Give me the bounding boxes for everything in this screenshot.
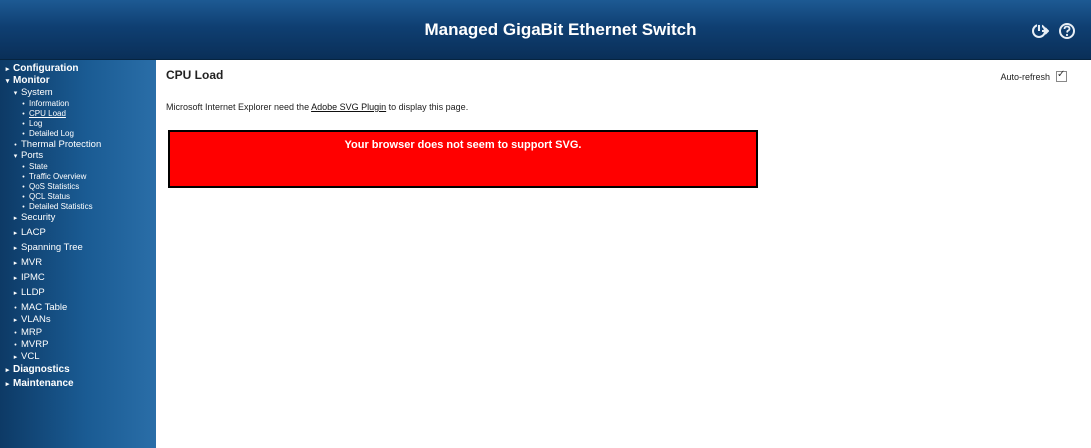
nav-label: MRP [21, 327, 43, 338]
auto-refresh-label: Auto-refresh [1000, 71, 1050, 82]
svg-unsupported-box: Your browser does not seem to support SV… [168, 130, 758, 188]
expanded-arrow-icon: ▾ [13, 90, 18, 97]
collapsed-arrow-icon: ▸ [13, 230, 18, 237]
page-title: CPU Load [166, 68, 224, 82]
svg-plugin-notice: Microsoft Internet Explorer need the Ado… [166, 102, 468, 112]
nav-mvr[interactable]: ▸ MVR [12, 257, 42, 269]
nav-mac-table[interactable]: • MAC Table [12, 302, 67, 314]
collapsed-arrow-icon: ▸ [13, 275, 18, 282]
nav-label: Security [21, 212, 56, 223]
nav-label: Thermal Protection [21, 139, 102, 150]
nav-label: QoS Statistics [29, 182, 80, 191]
collapsed-arrow-icon: ▸ [5, 381, 10, 388]
auto-refresh-control: Auto-refresh [1000, 69, 1067, 82]
app-title: Managed GigaBit Ethernet Switch [424, 20, 697, 39]
nav-label: VCL [21, 351, 40, 362]
notice-suffix: to display this page. [386, 102, 469, 112]
bullet-icon: • [14, 342, 17, 349]
nav-vcl[interactable]: ▸ VCL [12, 351, 40, 363]
nav-label: Diagnostics [13, 364, 70, 375]
nav-label: IPMC [21, 272, 45, 283]
nav-maintenance[interactable]: ▸ Maintenance [4, 378, 74, 390]
nav-mrp[interactable]: • MRP [12, 327, 42, 339]
nav-label: Monitor [13, 75, 50, 86]
nav-label: LLDP [21, 287, 45, 298]
collapsed-arrow-icon: ▸ [5, 66, 10, 73]
nav-lldp[interactable]: ▸ LLDP [12, 287, 45, 299]
svg-unsupported-message: Your browser does not seem to support SV… [344, 139, 582, 151]
collapsed-arrow-icon: ▸ [13, 215, 18, 222]
nav-label: Ports [21, 150, 44, 161]
nav-label: Detailed Log [29, 129, 74, 138]
collapsed-arrow-icon: ▸ [13, 260, 18, 267]
nav-security[interactable]: ▸ Security [12, 212, 56, 224]
sidebar: ▸ Configuration ▾ Monitor ▾ System • Informa… [0, 60, 156, 448]
bullet-icon: • [14, 330, 17, 337]
auto-refresh-checkbox[interactable] [1056, 69, 1067, 82]
nav-label: CPU Load [29, 109, 66, 118]
nav-monitor[interactable]: ▾ Monitor [4, 75, 50, 87]
nav-label: System [21, 87, 53, 98]
nav-diagnostics[interactable]: ▸ Diagnostics [4, 364, 70, 376]
nav-label: Log [29, 119, 43, 128]
adobe-svg-plugin-link[interactable]: Adobe SVG Plugin [311, 102, 386, 112]
nav-label: State [29, 162, 48, 171]
nav-label: Configuration [13, 63, 79, 74]
nav-label: MVRP [21, 339, 49, 350]
nav-label: MAC Table [21, 302, 68, 313]
nav-configuration[interactable]: ▸ Configuration [4, 63, 79, 75]
help-icon[interactable] [1058, 22, 1076, 40]
nav-label: Information [29, 99, 70, 108]
nav-label: LACP [21, 227, 46, 238]
app-header: Managed GigaBit Ethernet Switch [0, 0, 1091, 60]
nav-label: Detailed Statistics [29, 202, 93, 211]
nav-label: Maintenance [13, 378, 74, 389]
nav-lacp[interactable]: ▸ LACP [12, 227, 46, 239]
nav-label: QCL Status [29, 192, 71, 201]
expanded-arrow-icon: ▾ [13, 153, 18, 160]
collapsed-arrow-icon: ▸ [13, 317, 18, 324]
nav-label: Traffic Overview [29, 172, 87, 181]
nav-label: VLANs [21, 314, 51, 325]
nav-label: MVR [21, 257, 43, 268]
bullet-icon: • [14, 305, 17, 312]
collapsed-arrow-icon: ▸ [5, 367, 10, 374]
nav-vlans[interactable]: ▸ VLANs [12, 314, 51, 326]
nav-spanning-tree[interactable]: ▸ Spanning Tree [12, 242, 83, 254]
nav-label: Spanning Tree [21, 242, 83, 253]
expanded-arrow-icon: ▾ [5, 78, 10, 85]
main-content: CPU Load Auto-refresh Microsoft Internet… [156, 60, 1091, 448]
logout-icon[interactable] [1031, 22, 1049, 40]
collapsed-arrow-icon: ▸ [13, 245, 18, 252]
nav-ipmc[interactable]: ▸ IPMC [12, 272, 45, 284]
notice-prefix: Microsoft Internet Explorer need the [166, 102, 312, 112]
collapsed-arrow-icon: ▸ [13, 354, 18, 361]
collapsed-arrow-icon: ▸ [13, 290, 18, 297]
nav-mvrp[interactable]: • MVRP [12, 339, 48, 351]
